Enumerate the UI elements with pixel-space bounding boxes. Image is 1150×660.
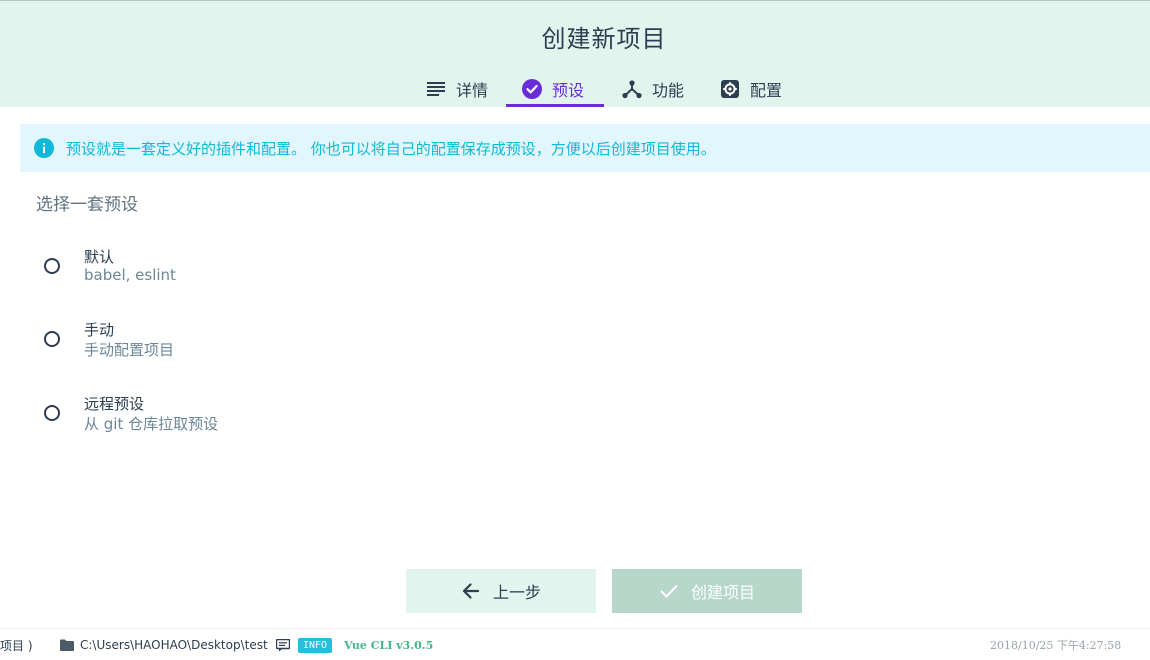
header: 创建新项目 详情 预设 功能 配置 xyxy=(0,1,1150,107)
fork-icon xyxy=(622,79,642,99)
info-banner: 预设就是一套定义好的插件和配置。 你也可以将自己的配置保存成预设，方便以后创建项… xyxy=(20,124,1150,172)
check-circle-icon xyxy=(522,79,542,99)
statusbar-path: C:\Users\HAOHAO\Desktop\test xyxy=(80,638,268,652)
preset-name: 手动 xyxy=(84,321,115,339)
check-icon xyxy=(659,581,679,601)
tab-label: 详情 xyxy=(456,81,489,100)
tab-features[interactable]: 功能 xyxy=(622,71,684,107)
create-project-label: 创建项目 xyxy=(690,583,755,602)
preset-option-manual[interactable]: 手动 手动配置项目 xyxy=(40,319,440,367)
statusbar-folder[interactable]: C:\Users\HAOHAO\Desktop\test xyxy=(60,629,268,660)
message-icon xyxy=(276,638,290,652)
active-tab-indicator xyxy=(506,104,604,107)
statusbar-datetime: 2018/10/25 下午4:27:58 xyxy=(990,629,1121,660)
gear-icon xyxy=(720,79,740,99)
tab-presets[interactable]: 预设 xyxy=(522,71,584,107)
previous-step-label: 上一步 xyxy=(492,583,541,602)
radio-button[interactable] xyxy=(44,258,60,274)
vue-cli-version: Vue CLI v3.0.5 xyxy=(344,638,434,652)
log-level-badge: INFO xyxy=(298,637,333,653)
tab-label: 预设 xyxy=(552,81,585,100)
preset-description: 手动配置项目 xyxy=(84,341,175,359)
preset-option-remote[interactable]: 远程预设 从 git 仓库拉取预设 xyxy=(40,393,440,441)
statusbar-project-label: 项目 ) xyxy=(0,638,33,653)
page-title: 创建新项目 xyxy=(541,25,667,53)
list-icon xyxy=(426,79,446,99)
statusbar-log[interactable]: INFO Vue CLI v3.0.5 xyxy=(276,629,433,660)
radio-button[interactable] xyxy=(44,331,60,347)
radio-button[interactable] xyxy=(44,405,60,421)
status-bar: 项目 ) C:\Users\HAOHAO\Desktop\test INFO V… xyxy=(0,628,1150,660)
preset-section-title: 选择一套预设 xyxy=(36,195,138,215)
preset-name: 远程预设 xyxy=(84,395,145,413)
preset-option-default[interactable]: 默认 babel, eslint xyxy=(40,246,440,294)
info-icon xyxy=(34,138,54,158)
info-text: 预设就是一套定义好的插件和配置。 你也可以将自己的配置保存成预设，方便以后创建项… xyxy=(66,139,716,158)
datetime-text: 2018/10/25 下午4:27:58 xyxy=(990,639,1122,652)
create-project-button[interactable]: 创建项目 xyxy=(612,569,802,613)
step-tabs: 详情 预设 功能 配置 xyxy=(0,71,1150,107)
preset-name: 默认 xyxy=(84,248,115,266)
tab-details[interactable]: 详情 xyxy=(426,71,488,107)
tab-label: 功能 xyxy=(652,81,685,100)
tab-label: 配置 xyxy=(750,81,783,100)
preset-description: 从 git 仓库拉取预设 xyxy=(84,415,219,433)
folder-icon xyxy=(60,639,74,651)
statusbar-project[interactable]: 项目 ) xyxy=(0,629,33,660)
tab-config[interactable]: 配置 xyxy=(720,71,782,107)
arrow-left-icon xyxy=(461,581,481,601)
previous-step-button[interactable]: 上一步 xyxy=(406,569,596,613)
preset-description: babel, eslint xyxy=(84,266,176,284)
